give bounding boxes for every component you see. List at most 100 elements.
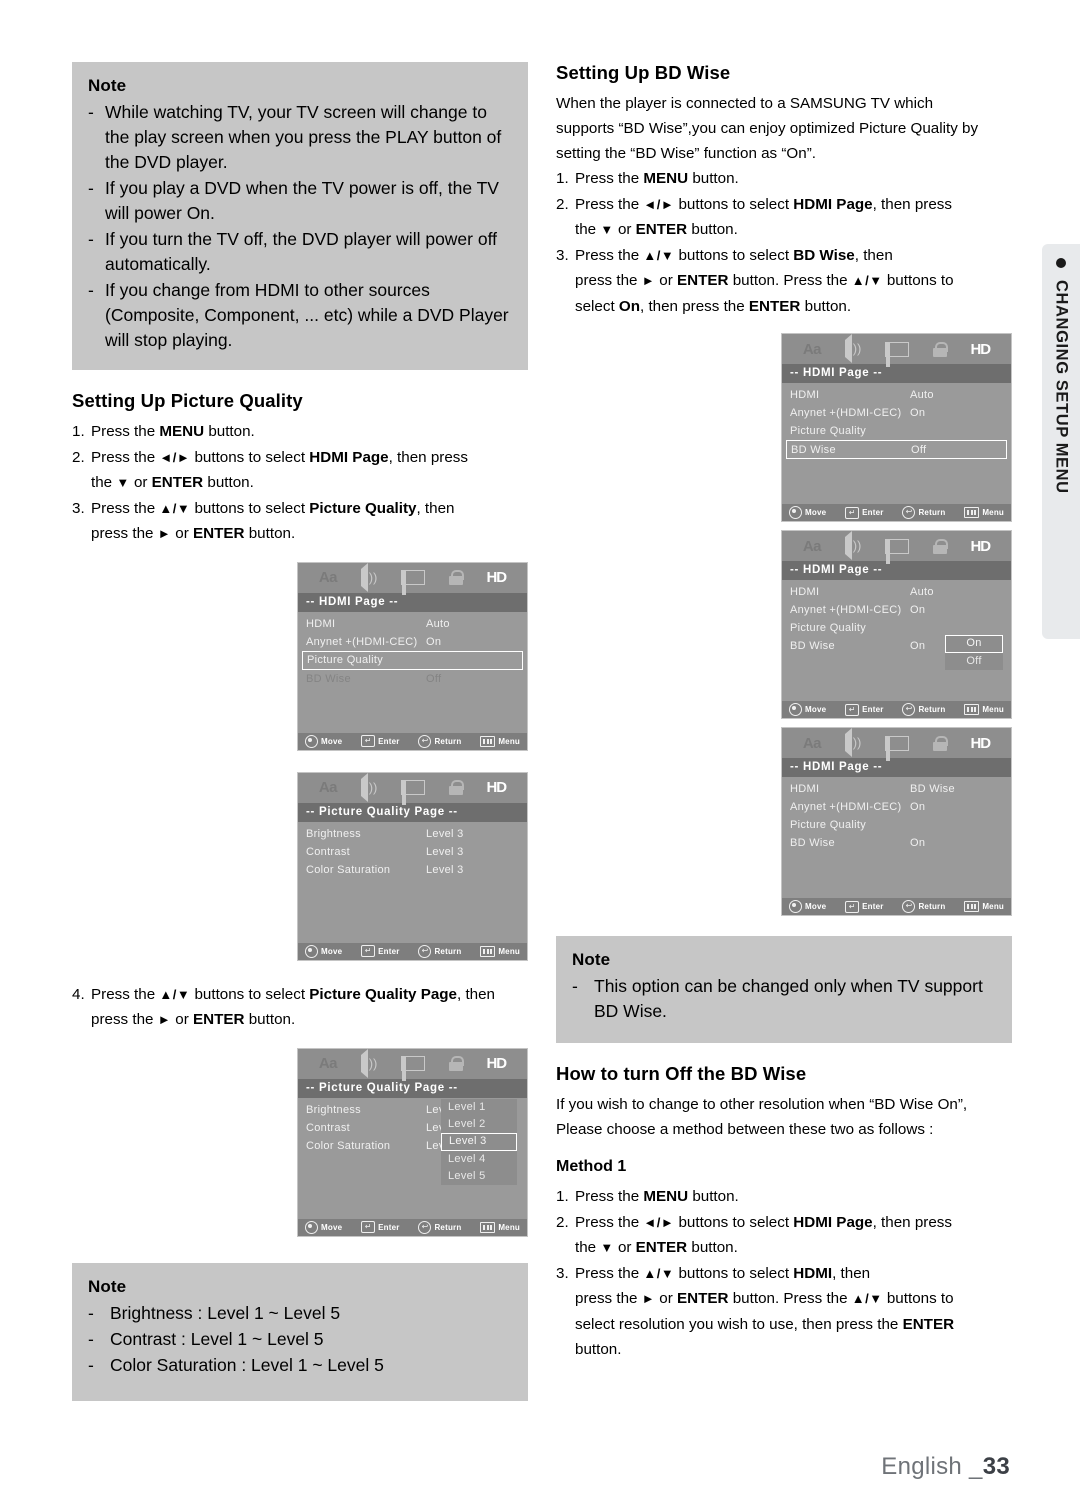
step-2: 2. Press the ◄/► buttons to select HDMI … — [72, 445, 528, 496]
osd-row-label: Anynet +(HDMI-CEC) — [790, 407, 902, 419]
osd-footer-move[interactable]: Move — [305, 1220, 342, 1234]
hd-icon: HD — [486, 779, 507, 796]
osd-footer-menu[interactable]: Menu — [964, 901, 1004, 912]
osd-footer-label: Return — [918, 508, 946, 517]
osd-row-label: BD Wise — [790, 640, 835, 652]
osd-footer-label: Move — [321, 736, 343, 746]
osd-footer-return[interactable]: ↩ Return — [418, 734, 461, 748]
dropdown-option[interactable]: Level 1 — [441, 1099, 517, 1116]
step-text: press the — [91, 525, 158, 542]
step-2-continued: the ▼ or ENTER button. — [91, 470, 528, 496]
osd-footer-return[interactable]: ↩ Return — [902, 703, 945, 716]
osd-row[interactable]: HDMI Auto — [298, 615, 527, 633]
note-box-right: Note - This option can be changed only w… — [556, 936, 1012, 1043]
osd-row-label: Picture Quality — [790, 819, 867, 831]
osd-footer-return[interactable]: ↩ Return — [418, 944, 461, 958]
osd-row[interactable]: HDMI BD Wise — [782, 780, 1011, 798]
osd-icon-bar: Aa )) HD — [298, 562, 527, 595]
osd-footer-move[interactable]: Move — [305, 944, 342, 958]
step-number: 3. — [556, 246, 569, 264]
bd-wise-intro-line: supports “BD Wise”,you can enjoy optimiz… — [556, 120, 979, 137]
osd-footer-label: Enter — [862, 508, 884, 517]
osd-row[interactable]: Contrast Level 3 — [298, 843, 527, 861]
osd-footer-menu[interactable]: Menu — [480, 945, 520, 957]
parental-lock-icon — [448, 1056, 465, 1071]
osd-footer-menu[interactable]: Menu — [964, 507, 1004, 518]
step-text: or — [613, 221, 636, 238]
osd-row[interactable]: HDMI Auto — [782, 386, 1011, 404]
side-tab-content: CHANGING SETUP MENU — [1042, 244, 1080, 639]
step-number: 2. — [556, 195, 569, 213]
method-step-3-continued-2: select resolution you wish to use, then … — [575, 1312, 1012, 1338]
osd-footer-bar: Move ↵ Enter ↩ Return Menu — [298, 732, 527, 750]
note-line: - If you turn the TV off, the DVD player… — [88, 227, 512, 277]
display-screen-icon — [401, 1056, 426, 1081]
dropdown-option-selected[interactable]: Level 3 — [441, 1132, 517, 1151]
dropdown-option[interactable]: Level 4 — [441, 1151, 517, 1168]
osd-footer-menu[interactable]: Menu — [480, 1221, 520, 1233]
osd-footer-menu[interactable]: Menu — [480, 735, 520, 747]
step-text: button. — [244, 1011, 296, 1028]
osd-row[interactable]: HDMI Auto — [782, 583, 1011, 601]
dropdown-option[interactable]: Level 5 — [441, 1168, 517, 1185]
osd-screen-picture-quality-level-dropdown: Aa )) HD -- Picture Quality Page -- Brig… — [297, 1047, 528, 1237]
osd-icon-bar: Aa )) HD — [782, 531, 1011, 564]
osd-footer-move[interactable]: Move — [789, 506, 826, 519]
osd-row-selected[interactable]: Picture Quality — [302, 650, 523, 670]
step-text: select — [575, 297, 619, 315]
note-line: - This option can be changed only when T… — [572, 974, 996, 1024]
right-arrow-icon: ► — [157, 1012, 172, 1027]
osd-row[interactable]: Anynet +(HDMI-CEC) On — [782, 798, 1011, 816]
osd-footer-enter[interactable]: ↵ Enter — [361, 945, 399, 957]
dropdown-option[interactable]: Level 2 — [441, 1116, 517, 1133]
up-down-arrows-icon: ▲/▼ — [851, 1291, 883, 1306]
osd-footer-enter[interactable]: ↵ Enter — [845, 703, 883, 716]
osd-footer-move[interactable]: Move — [305, 734, 343, 748]
step-text: the — [91, 474, 117, 491]
step-4: 4. Press the ▲/▼ buttons to select Pictu… — [72, 982, 528, 1033]
osd-footer-move[interactable]: Move — [789, 703, 826, 716]
osd-row-value: Off — [911, 443, 927, 456]
osd-row-selected[interactable]: BD Wise Off — [786, 440, 1007, 459]
osd-row-label: BD Wise — [306, 672, 351, 685]
step-text: or — [129, 474, 152, 491]
step-text: button. — [244, 525, 296, 542]
osd-screen-picture-quality-page: Aa )) HD -- Picture Quality Page -- Brig… — [297, 771, 528, 961]
osd-row[interactable]: Anynet +(HDMI-CEC) On — [782, 404, 1011, 422]
step-number: 4. — [72, 985, 85, 1003]
bd-step-3: 3. Press the ▲/▼ buttons to select BD Wi… — [556, 243, 1012, 320]
osd-footer-move[interactable]: Move — [789, 900, 826, 913]
footer-language: English _ — [881, 1453, 983, 1480]
note-title: Note — [88, 76, 127, 95]
osd-footer-enter[interactable]: ↵ Enter — [845, 900, 883, 913]
osd-footer-return[interactable]: ↩ Return — [418, 1220, 461, 1234]
bd-step-2-continued: the ▼ or ENTER button. — [575, 217, 1012, 243]
osd-footer-return[interactable]: ↩ Return — [902, 506, 945, 519]
osd-row[interactable]: Anynet +(HDMI-CEC) On — [298, 633, 527, 651]
menu-key-icon — [964, 704, 980, 715]
key-enter: ENTER — [677, 1290, 729, 1307]
level-dropdown[interactable]: Level 1 Level 2 Level 3 Level 4 Level 5 — [441, 1098, 517, 1185]
osd-row[interactable]: Anynet +(HDMI-CEC) On — [782, 601, 1011, 619]
osd-footer-return[interactable]: ↩ Return — [902, 900, 945, 913]
osd-row[interactable]: Picture Quality — [782, 422, 1011, 440]
bullet-dash: - — [88, 1328, 94, 1349]
osd-footer-enter[interactable]: ↵ Enter — [361, 735, 399, 747]
osd-footer-enter[interactable]: ↵ Enter — [845, 506, 884, 519]
osd-footer-enter[interactable]: ↵ Enter — [361, 1221, 399, 1233]
value-on: On — [618, 297, 640, 315]
dpad-icon — [305, 1220, 318, 1234]
bullet-dash: - — [88, 1354, 94, 1375]
osd-row[interactable]: BD Wise On — [782, 834, 1011, 852]
dropdown-option-selected[interactable]: On — [945, 635, 1003, 653]
osd-footer-menu[interactable]: Menu — [964, 704, 1004, 715]
dpad-icon — [789, 506, 802, 519]
dropdown-option[interactable]: Off — [945, 653, 1003, 670]
osd-row[interactable]: Picture Quality — [782, 816, 1011, 834]
step-text: buttons to — [882, 272, 954, 289]
bd-wise-dropdown[interactable]: On Off — [945, 635, 1003, 670]
note-line: - Contrast : Level 1 ~ Level 5 — [88, 1327, 512, 1352]
osd-row[interactable]: Brightness Level 3 — [298, 825, 527, 843]
osd-body: HDMI BD Wise Anynet +(HDMI-CEC) On Picture… — [782, 777, 1011, 898]
osd-row[interactable]: Color Saturation Level 3 — [298, 861, 527, 879]
